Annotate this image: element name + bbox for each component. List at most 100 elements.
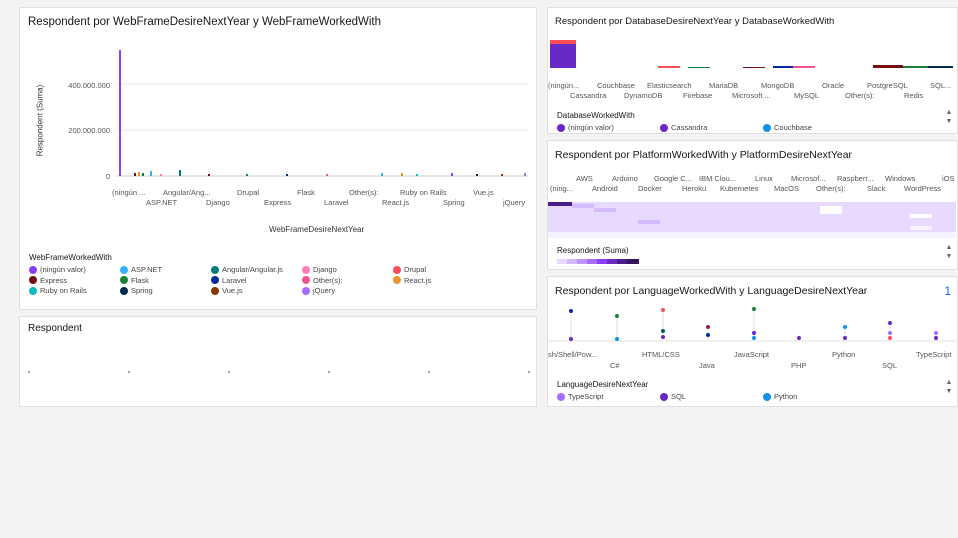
legend-label: Laravel xyxy=(222,275,247,285)
x-tick: JavaScript xyxy=(734,350,770,359)
legend-item[interactable]: Other(s): xyxy=(302,276,343,285)
legend-item[interactable]: Flask xyxy=(120,276,149,285)
bar xyxy=(119,50,121,176)
y-tick: 0 xyxy=(105,172,110,181)
x-tick: ASP.NET xyxy=(146,198,178,207)
legend-item[interactable]: Django xyxy=(302,265,337,274)
legend-swatch xyxy=(393,276,401,284)
legend-label: (ningún valor) xyxy=(40,265,86,274)
legend-item[interactable]: Ruby on Rails xyxy=(29,286,87,295)
database-plot xyxy=(550,40,953,68)
legend-item[interactable]: Cassandra xyxy=(660,123,707,132)
x-tick: Elasticsearch xyxy=(647,81,692,90)
dot xyxy=(752,331,756,335)
x-tick: MacOS xyxy=(774,184,800,193)
x-tick: TypeScript xyxy=(916,350,952,359)
bar xyxy=(550,40,576,44)
bar xyxy=(476,174,478,176)
legend-title: DatabaseWorkedWith xyxy=(557,111,635,120)
bar xyxy=(793,66,815,68)
x-tick: Windows xyxy=(885,174,916,183)
legend-label: Django xyxy=(313,265,337,274)
x-tick: sh/Shell/Pow... xyxy=(548,350,598,359)
x-tick: Microsof... xyxy=(791,174,826,183)
legend-item[interactable]: Express xyxy=(29,276,67,285)
legend-item[interactable]: Spring xyxy=(120,286,153,295)
bar xyxy=(134,173,136,176)
platform-chart-card: Respondent por PlatformWorkedWith y Plat… xyxy=(547,140,958,270)
legend-swatch xyxy=(29,286,37,295)
legend-label: Vue.js xyxy=(222,286,243,295)
x-tick: React.js xyxy=(382,198,410,207)
dot xyxy=(661,308,665,312)
bar xyxy=(773,66,795,68)
legend-swatch xyxy=(763,123,771,132)
legend-label: Express xyxy=(40,275,68,285)
legend-label: Angular/Angular.js xyxy=(222,265,283,274)
x-tick: Redis xyxy=(904,91,924,100)
respondent-card: Respondent xyxy=(19,316,537,407)
x-tick: Ruby on Rails xyxy=(400,188,447,197)
legend-swatch xyxy=(211,286,219,295)
scroll-up-icon[interactable]: ▲ xyxy=(945,243,953,252)
x-tick: iOS xyxy=(942,174,955,183)
bar xyxy=(550,44,576,68)
legend-scroller[interactable]: ▲ ▼ xyxy=(945,378,953,396)
x-tick: MySQL xyxy=(794,91,820,100)
x-tick: Other(s): xyxy=(816,184,846,193)
legend-swatch xyxy=(557,392,565,401)
x-tick: Cassandra xyxy=(570,91,607,100)
legend-item[interactable]: Python xyxy=(763,392,797,401)
legend-label: ASP.NET xyxy=(131,265,163,274)
language-chart-card: Respondent por LanguageWorkedWith y Lang… xyxy=(547,276,958,407)
scroll-down-icon[interactable]: ▼ xyxy=(945,117,953,126)
dot xyxy=(752,307,756,311)
legend-label: Couchbase xyxy=(774,123,812,132)
scroll-up-icon[interactable]: ▲ xyxy=(945,108,953,117)
legend-scroller[interactable]: ▲ ▼ xyxy=(945,243,953,261)
legend-swatch xyxy=(660,392,668,401)
legend-item[interactable]: jQuery xyxy=(302,286,335,295)
legend-label: SQL xyxy=(671,392,687,401)
legend-item[interactable]: TypeScript xyxy=(557,392,603,401)
x-tick: MariaDB xyxy=(709,81,739,90)
legend-swatch xyxy=(120,265,128,274)
dot xyxy=(888,331,892,335)
x-tick: SQL... xyxy=(930,81,952,90)
legend-item[interactable]: React.js xyxy=(393,276,431,285)
legend-scroller[interactable]: ▲ ▼ xyxy=(945,108,953,126)
webframe-chart-card: Respondent por WebFrameDesireNextYear y … xyxy=(19,7,537,310)
x-tick: Slack xyxy=(867,184,886,193)
legend-label: jQuery xyxy=(313,286,336,295)
card-title: Respondent por DatabaseDesireNextYear y … xyxy=(555,16,835,27)
page-number-badge[interactable]: 1 xyxy=(944,284,951,298)
legend-item[interactable]: Laravel xyxy=(211,276,247,285)
x-tick: (ning... xyxy=(550,184,573,193)
bar xyxy=(160,174,162,176)
legend-item[interactable]: Drupal xyxy=(393,265,426,274)
legend-item[interactable]: SQL xyxy=(660,392,686,401)
legend-swatch xyxy=(557,123,565,132)
x-tick: IBM Clou... xyxy=(699,174,737,183)
legend-item[interactable]: (ningún valor) xyxy=(29,265,86,274)
x-tick: Django xyxy=(206,198,230,207)
x-tick: Heroku xyxy=(682,184,707,193)
dot xyxy=(934,336,938,340)
legend-item[interactable]: Couchbase xyxy=(763,123,812,132)
scroll-down-icon[interactable]: ▼ xyxy=(945,252,953,261)
scroll-up-icon[interactable]: ▲ xyxy=(945,378,953,387)
x-tick: Android xyxy=(592,184,618,193)
database-chart-card: Respondent por DatabaseDesireNextYear y … xyxy=(547,7,958,134)
legend-item[interactable]: Angular/Angular.js xyxy=(211,265,283,274)
legend-label: (ningún valor) xyxy=(568,123,614,132)
x-tick: Firebase xyxy=(683,91,713,100)
legend-label: Drupal xyxy=(404,265,427,274)
legend-item[interactable]: (ningún valor) xyxy=(557,123,614,132)
legend-item[interactable]: Vue.js xyxy=(211,286,243,295)
bar xyxy=(246,174,248,176)
x-tick: Linux xyxy=(755,174,773,183)
x-tick: Java xyxy=(699,361,715,370)
scroll-down-icon[interactable]: ▼ xyxy=(945,387,953,396)
legend-item[interactable]: ASP.NET xyxy=(120,265,162,274)
legend-swatch xyxy=(393,265,401,274)
